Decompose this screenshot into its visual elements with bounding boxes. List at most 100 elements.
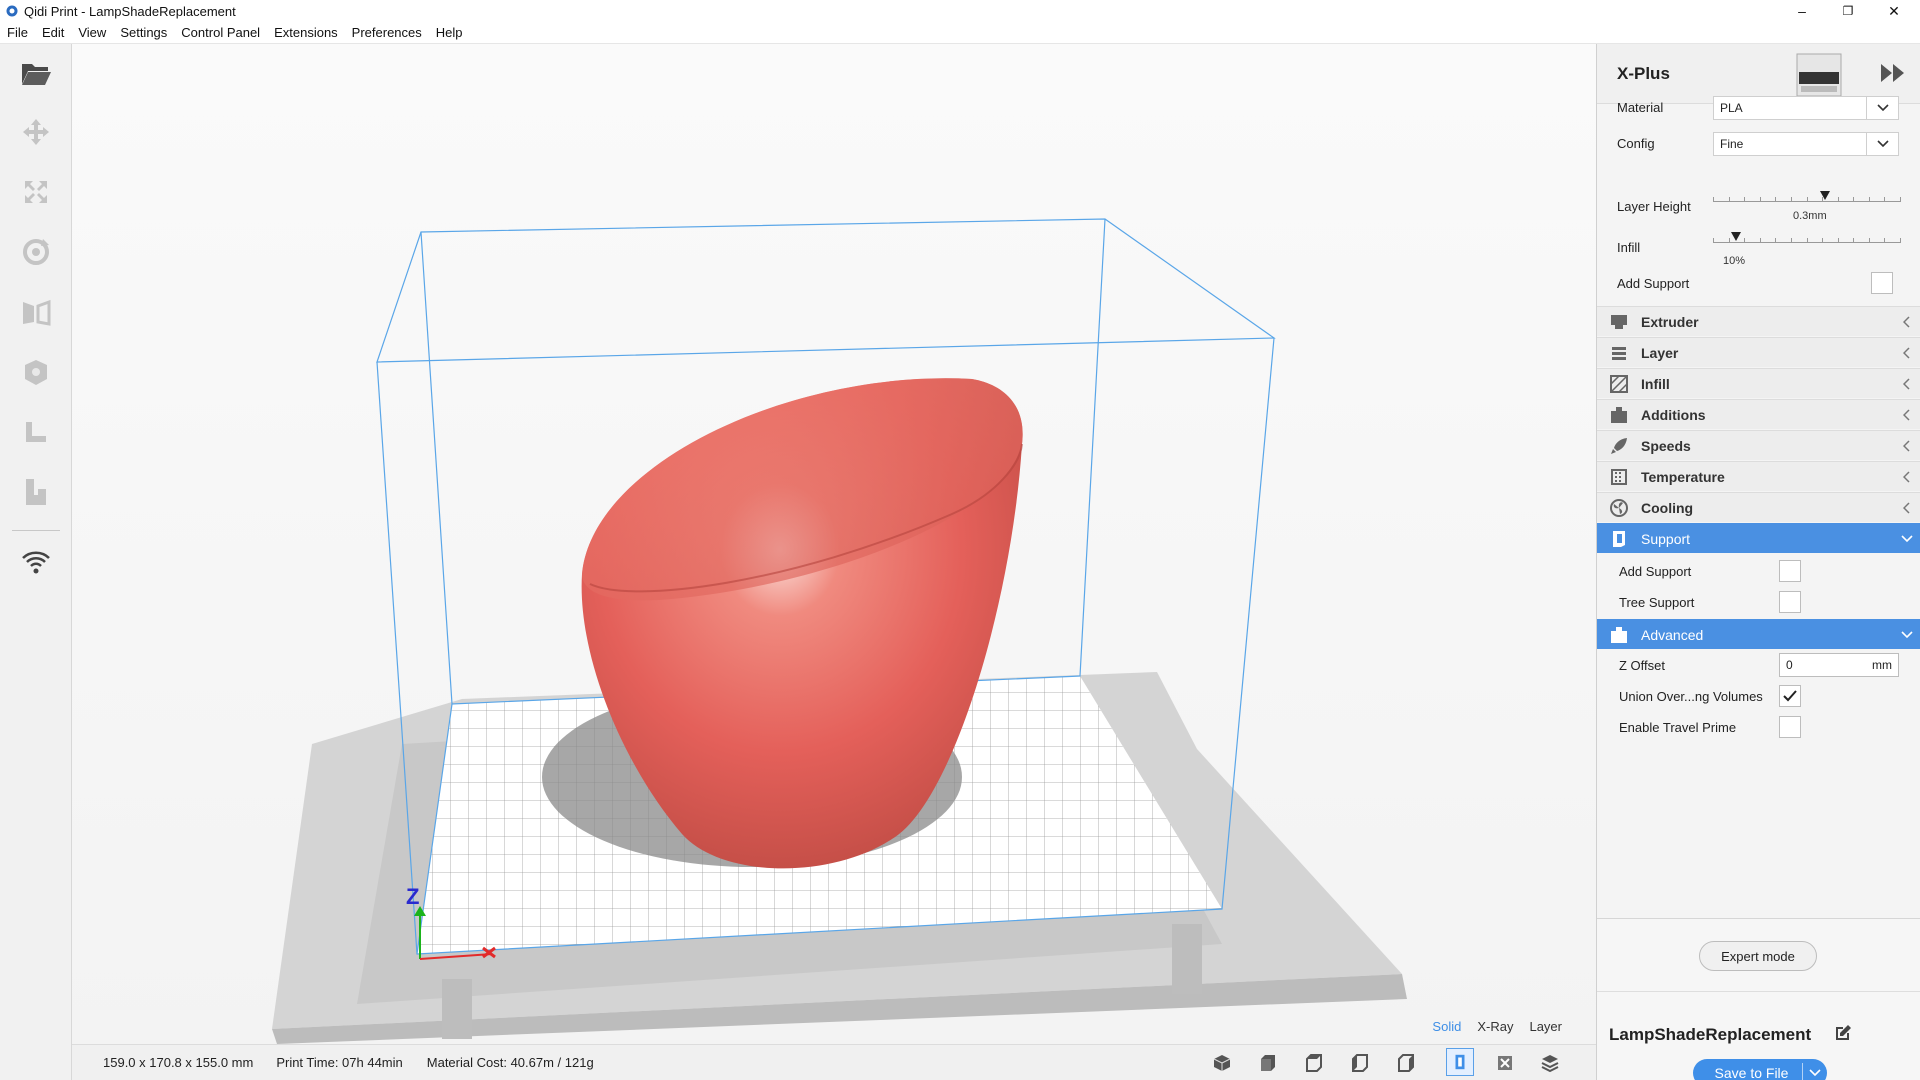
support-add-support-label: Add Support <box>1619 564 1692 579</box>
slider-tick <box>1884 197 1885 202</box>
menu-help[interactable]: Help <box>429 25 470 40</box>
printer-name[interactable]: X-Plus <box>1617 64 1670 84</box>
camera-right-button[interactable] <box>1394 1052 1418 1074</box>
config-dropdown[interactable]: Fine <box>1713 132 1899 156</box>
material-dropdown[interactable]: PLA <box>1713 96 1899 120</box>
front-view-icon <box>1261 1055 1275 1071</box>
union-volumes-label: Union Over...ng Volumes <box>1619 689 1763 704</box>
chevron-down-icon <box>1893 630 1920 639</box>
support-add-support-checkbox[interactable] <box>1779 560 1801 582</box>
print-time: Print Time: 07h 44min <box>276 1055 403 1070</box>
support-icon <box>1607 527 1631 551</box>
section-support[interactable]: Support <box>1597 523 1920 553</box>
menu-bar: File Edit View Settings Control Panel Ex… <box>0 22 1920 44</box>
section-infill[interactable]: Infill <box>1597 368 1920 398</box>
lay-flat-tool[interactable] <box>16 474 56 510</box>
axis-z-label: Z <box>406 884 419 909</box>
menu-preferences[interactable]: Preferences <box>345 25 429 40</box>
per-model-settings-icon <box>25 360 47 385</box>
layer-height-value: 0.3mm <box>1793 210 1827 222</box>
tree-support-checkbox[interactable] <box>1779 591 1801 613</box>
slider-tick <box>1822 238 1823 243</box>
z-offset-value: 0 <box>1786 658 1793 672</box>
menu-edit[interactable]: Edit <box>35 25 71 40</box>
restore-icon: ❐ <box>1842 4 1854 18</box>
section-advanced[interactable]: Advanced <box>1597 619 1920 649</box>
slider-tick <box>1791 238 1792 243</box>
camera-xray-button[interactable] <box>1493 1052 1517 1074</box>
network-button[interactable] <box>16 544 56 580</box>
view-mode-switcher: Solid X-Ray Layer <box>1432 1019 1562 1034</box>
camera-support-button[interactable] <box>1446 1048 1474 1076</box>
slider-tick <box>1729 197 1730 202</box>
view-mode-layer[interactable]: Layer <box>1529 1019 1562 1034</box>
close-icon: ✕ <box>1888 2 1900 19</box>
rotate-tool[interactable] <box>16 234 56 270</box>
3d-viewport[interactable]: Z Solid X-Ray Layer <box>72 44 1596 1044</box>
chevron-left-icon <box>1893 377 1920 390</box>
wifi-icon <box>22 551 50 574</box>
infill-thumb[interactable] <box>1731 232 1741 241</box>
config-label: Config <box>1617 136 1655 151</box>
slider-tick <box>1838 197 1839 202</box>
add-support-checkbox[interactable] <box>1871 272 1893 294</box>
support-blocker-tool[interactable] <box>16 414 56 450</box>
per-model-settings-tool[interactable] <box>16 354 56 390</box>
scale-tool[interactable] <box>16 174 56 210</box>
move-icon <box>23 119 49 145</box>
fast-forward-icon[interactable] <box>1879 62 1907 84</box>
layer-height-label: Layer Height <box>1617 199 1691 214</box>
open-file-button[interactable] <box>16 56 56 92</box>
section-cooling[interactable]: Cooling <box>1597 492 1920 522</box>
slider-tick <box>1822 197 1823 202</box>
add-support-label: Add Support <box>1617 276 1690 291</box>
camera-3d-button[interactable] <box>1210 1052 1234 1074</box>
menu-file[interactable]: File <box>0 25 35 40</box>
slider-tick <box>1900 238 1901 243</box>
scale-icon <box>25 181 47 203</box>
section-label: Support <box>1641 530 1691 547</box>
mirror-tool[interactable] <box>16 294 56 330</box>
save-to-file-button[interactable]: Save to File <box>1693 1059 1827 1080</box>
section-temperature[interactable]: Temperature <box>1597 461 1920 491</box>
infill-slider[interactable] <box>1713 232 1901 246</box>
view-mode-solid[interactable]: Solid <box>1432 1019 1461 1034</box>
slider-tick <box>1775 238 1776 243</box>
support-blocker-icon <box>26 422 46 442</box>
minimize-button[interactable]: – <box>1780 0 1824 22</box>
slider-tick <box>1775 197 1776 202</box>
union-volumes-checkbox[interactable] <box>1779 685 1801 707</box>
slider-tick <box>1853 197 1854 202</box>
move-tool[interactable] <box>16 114 56 150</box>
travel-prime-checkbox[interactable] <box>1779 716 1801 738</box>
edit-icon[interactable] <box>1833 1023 1853 1043</box>
slider-tick <box>1838 238 1839 243</box>
camera-left-button[interactable] <box>1348 1052 1372 1074</box>
panel-footer: Expert mode LampShadeReplacement Save to… <box>1597 918 1920 1080</box>
layer-height-slider[interactable] <box>1713 191 1901 205</box>
menu-extensions[interactable]: Extensions <box>267 25 345 40</box>
z-offset-input[interactable]: 0 mm <box>1779 653 1899 677</box>
section-extruder[interactable]: Extruder <box>1597 306 1920 336</box>
expert-mode-button[interactable]: Expert mode <box>1699 941 1817 971</box>
layer-icon <box>1607 341 1631 365</box>
model-dimensions: 159.0 x 170.8 x 155.0 mm <box>103 1055 254 1070</box>
view-mode-xray[interactable]: X-Ray <box>1477 1019 1513 1034</box>
title-bar: Qidi Print - LampShadeReplacement – ❐ ✕ <box>0 0 1920 22</box>
close-button[interactable]: ✕ <box>1872 0 1916 22</box>
menu-settings[interactable]: Settings <box>113 25 174 40</box>
maximize-button[interactable]: ❐ <box>1826 0 1870 22</box>
menu-view[interactable]: View <box>71 25 113 40</box>
speeds-icon <box>1607 434 1631 458</box>
menu-control-panel[interactable]: Control Panel <box>174 25 267 40</box>
chevron-down-icon[interactable] <box>1803 1069 1827 1077</box>
minimize-icon: – <box>1798 3 1806 19</box>
slider-tick <box>1853 238 1854 243</box>
section-additions[interactable]: Additions <box>1597 399 1920 429</box>
camera-front-button[interactable] <box>1256 1052 1280 1074</box>
section-speeds[interactable]: Speeds <box>1597 430 1920 460</box>
section-layer[interactable]: Layer <box>1597 337 1920 367</box>
camera-layer-button[interactable] <box>1538 1052 1562 1074</box>
camera-top-button[interactable] <box>1302 1052 1326 1074</box>
chevron-down-icon <box>1866 97 1898 119</box>
